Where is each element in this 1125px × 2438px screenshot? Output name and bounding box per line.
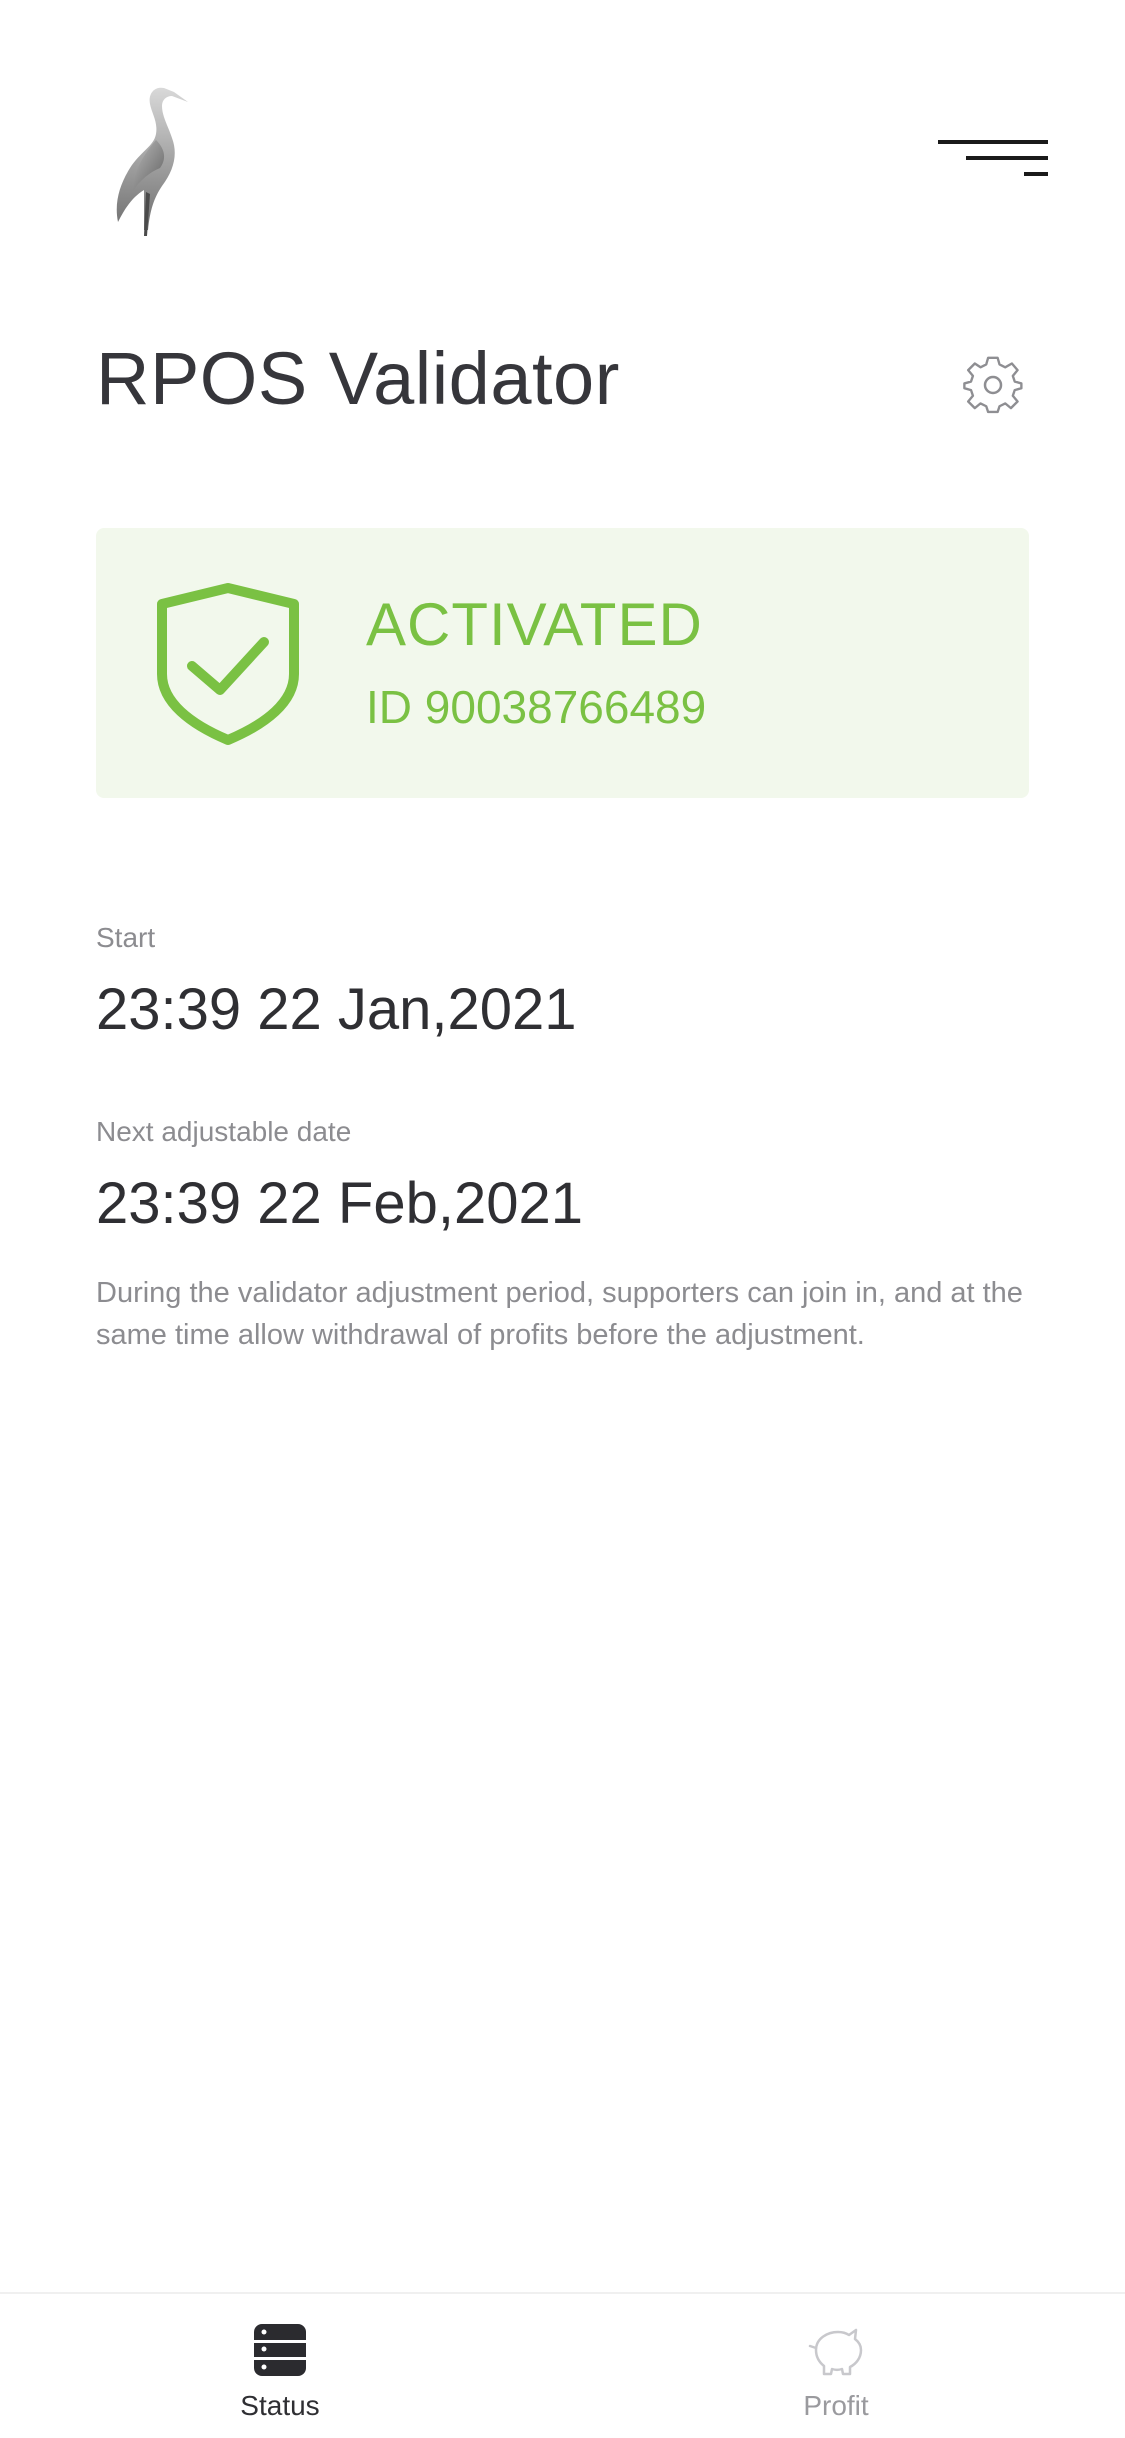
- activation-status-card: ACTIVATED ID 90038766489: [96, 528, 1029, 798]
- crane-bird-logo-icon: [116, 87, 188, 236]
- tab-profit-label: Profit: [803, 2390, 869, 2421]
- shield-check-icon: [156, 582, 300, 746]
- start-value: 23:39 22 Jan,2021: [96, 977, 577, 1042]
- next-adjustable-date-value: 23:39 22 Feb,2021: [96, 1171, 583, 1236]
- start-label: Start: [96, 922, 156, 953]
- tab-status[interactable]: Status: [130, 2294, 430, 2438]
- next-adjustable-date-label: Next adjustable date: [96, 1116, 352, 1147]
- gear-icon: [963, 356, 1023, 414]
- app-logo: [104, 80, 200, 240]
- list-icon: [250, 2320, 310, 2380]
- tab-status-label: Status: [240, 2390, 320, 2421]
- validator-id: ID 90038766489: [366, 681, 707, 733]
- bottom-tab-bar: Status Profit: [0, 2292, 1125, 2438]
- menu-button[interactable]: [938, 130, 1056, 190]
- settings-button[interactable]: [962, 354, 1024, 416]
- page-title: RPOS Validator: [96, 337, 620, 420]
- adjustment-note: During the validator adjustment period, …: [96, 1277, 1023, 1351]
- piggy-bank-icon: [806, 2320, 866, 2380]
- tab-profit[interactable]: Profit: [686, 2294, 986, 2438]
- status-label: ACTIVATED: [366, 591, 703, 658]
- hamburger-menu-icon: [938, 140, 1048, 176]
